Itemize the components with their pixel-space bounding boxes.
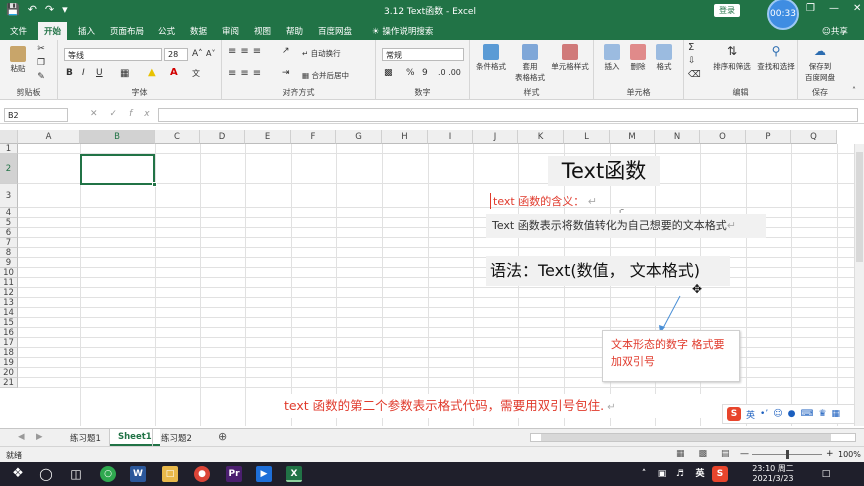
next-sheet-icon[interactable]: ▶ bbox=[28, 429, 51, 446]
zoom-thumb[interactable] bbox=[786, 450, 789, 459]
windows-start-icon[interactable]: ❖ bbox=[10, 466, 26, 482]
excel-app-icon[interactable]: X bbox=[286, 466, 302, 482]
status-mode: 就绪 bbox=[6, 451, 22, 460]
volume-icon[interactable]: ♬ bbox=[672, 466, 688, 482]
video-app-icon[interactable]: ▶ bbox=[256, 466, 272, 482]
tray-lang[interactable]: 英 bbox=[692, 466, 708, 482]
wechat-app-icon[interactable]: ○ bbox=[100, 466, 116, 482]
tray-arrow-icon[interactable]: ˄ bbox=[636, 466, 652, 482]
horizontal-scrollbar[interactable] bbox=[530, 433, 856, 442]
toolbox-icon[interactable]: ▦ bbox=[832, 409, 841, 419]
mic-icon[interactable]: ● bbox=[788, 409, 796, 419]
scroll-thumb[interactable] bbox=[541, 434, 831, 441]
file-explorer-icon[interactable]: □ bbox=[162, 466, 178, 482]
zoom-level: 100% bbox=[838, 450, 861, 459]
paragraph-mark-icon: ↵ bbox=[604, 402, 616, 413]
vertical-scrollbar[interactable] bbox=[854, 144, 864, 426]
system-clock[interactable]: 23:10 周二 2021/3/23 bbox=[734, 464, 812, 484]
word-app-icon[interactable]: W bbox=[130, 466, 146, 482]
skin-icon[interactable]: ♛ bbox=[818, 409, 826, 419]
zoom-in-icon[interactable]: + bbox=[826, 449, 834, 459]
sogou-tray-icon[interactable]: S bbox=[712, 466, 728, 482]
ime-toolbar[interactable]: S 英 •’ ☺ ● ⌨ ♛ ▦ bbox=[722, 404, 862, 424]
vscroll-thumb[interactable] bbox=[856, 152, 863, 262]
emoji-icon[interactable]: ☺ bbox=[773, 409, 782, 419]
add-sheet-icon[interactable]: ⊕ bbox=[210, 429, 235, 446]
search-icon[interactable]: ◯ bbox=[38, 466, 54, 482]
zoom-slider[interactable] bbox=[752, 450, 822, 459]
view-buttons[interactable]: ▦▩▤ bbox=[676, 449, 744, 459]
task-view-icon[interactable]: ◫ bbox=[68, 466, 84, 482]
notification-icon[interactable]: □ bbox=[818, 466, 834, 482]
keyboard-icon[interactable]: ⌨ bbox=[800, 409, 813, 419]
punctuation-icon[interactable]: •’ bbox=[760, 409, 768, 419]
bottom-note: text 函数的第二个参数表示格式代码，需要用双引号包住. ↵ bbox=[262, 394, 720, 418]
zoom-out-icon[interactable]: — bbox=[740, 449, 749, 459]
chrome-app-icon[interactable]: ● bbox=[194, 466, 210, 482]
callout-note: 文本形态的数字 格式要加双引号 bbox=[602, 330, 740, 382]
arrow-line bbox=[661, 295, 681, 331]
status-bar: 就绪 ▦▩▤ — + 100% bbox=[0, 446, 864, 462]
sheet-tab-3[interactable]: 练习题2 bbox=[152, 429, 200, 446]
sogou-icon: S bbox=[727, 407, 741, 421]
sheet-tab-bar: ◀ ▶ 练习题1 Sheet1 练习题2 ⊕ bbox=[0, 428, 864, 446]
premiere-app-icon[interactable]: Pr bbox=[226, 466, 242, 482]
sheet-tab-1[interactable]: 练习题1 bbox=[62, 429, 110, 446]
network-icon[interactable]: ▣ bbox=[654, 466, 670, 482]
taskbar: ❖ ◯ ◫ ○ W □ ● Pr ▶ X ˄ ▣ ♬ 英 S 23:10 周二 … bbox=[0, 462, 864, 486]
ime-language[interactable]: 英 bbox=[746, 408, 755, 421]
